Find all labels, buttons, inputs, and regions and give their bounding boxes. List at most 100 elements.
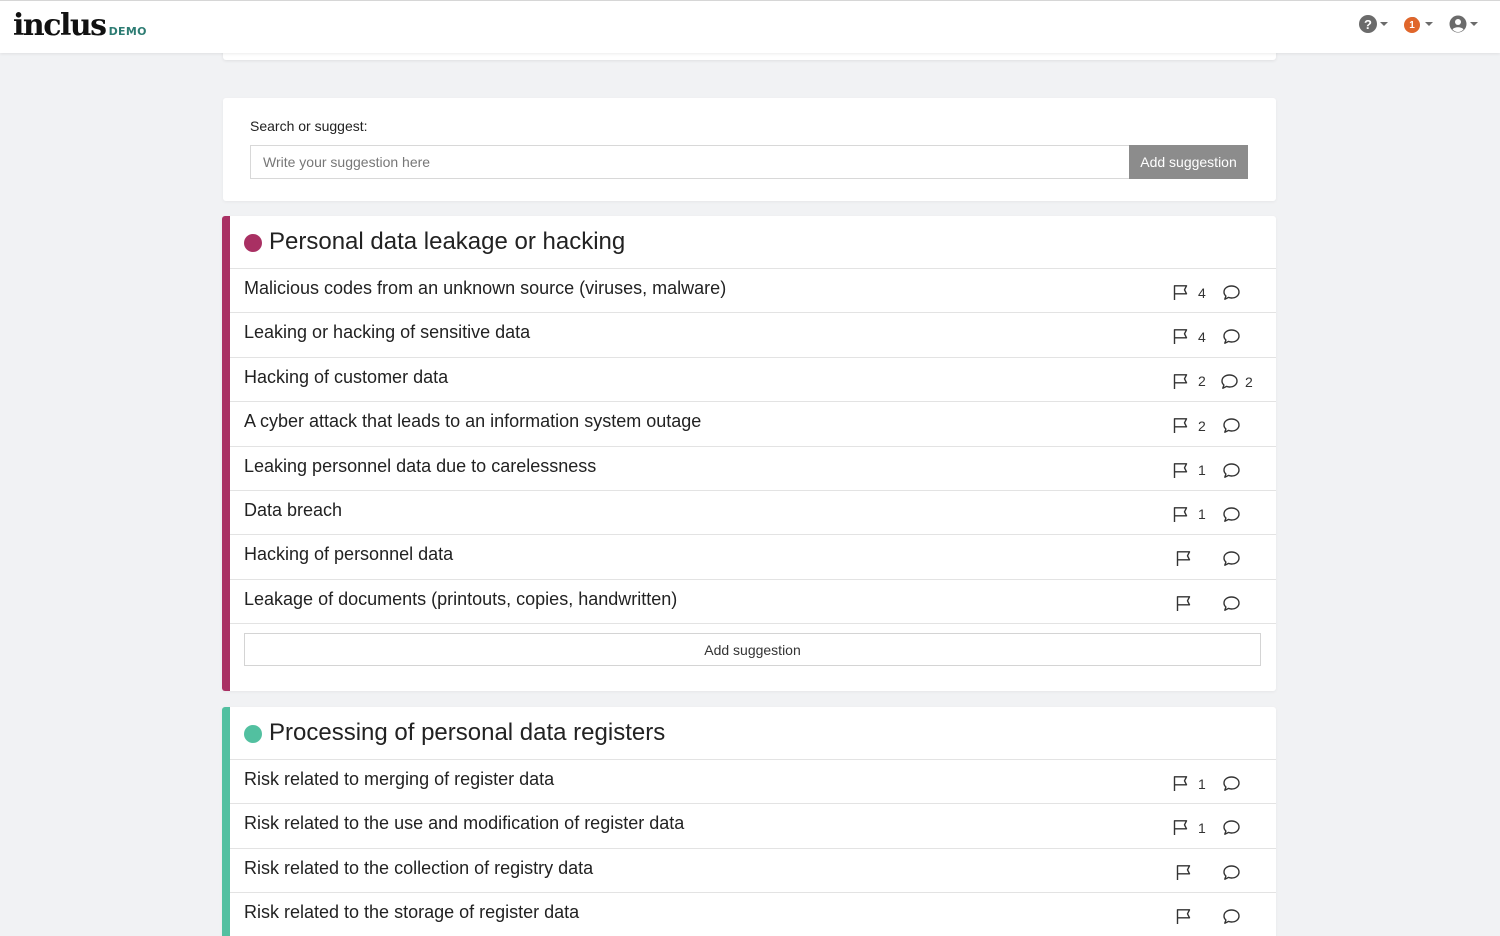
flag-count: 1	[1198, 775, 1206, 792]
flag-vote[interactable]: 1	[1172, 462, 1206, 479]
category-header: Personal data leakage or hacking	[230, 216, 1276, 269]
flag-vote[interactable]: 2	[1172, 417, 1206, 434]
flag-count: 2	[1198, 417, 1206, 434]
notification-badge: 1	[1404, 17, 1420, 33]
top-navbar: inclus DEMO ? 1	[0, 0, 1500, 53]
risk-row[interactable]: A cyber attack that leads to an informat…	[230, 402, 1276, 447]
flag-count: 4	[1198, 284, 1206, 301]
comment-count: 2	[1245, 373, 1253, 390]
flag-count: 1	[1198, 819, 1206, 836]
category-card: Personal data leakage or hacking Malicio…	[222, 216, 1276, 692]
flag-icon	[1173, 373, 1188, 389]
risk-title[interactable]: A cyber attack that leads to an informat…	[244, 411, 701, 432]
risk-title[interactable]: Risk related to the storage of register …	[244, 902, 579, 923]
comment-icon	[1223, 820, 1240, 836]
flag-vote[interactable]: 4	[1172, 284, 1206, 301]
risk-title[interactable]: Leakage of documents (printouts, copies,…	[244, 589, 677, 610]
risk-title[interactable]: Leaking or hacking of sensitive data	[244, 322, 530, 343]
bell-icon: 1	[1404, 15, 1422, 33]
comments-toggle[interactable]	[1222, 417, 1255, 435]
comments-toggle[interactable]	[1222, 864, 1255, 882]
help-menu[interactable]: ?	[1359, 15, 1388, 33]
comment-icon	[1221, 374, 1238, 389]
suggestion-input[interactable]	[250, 145, 1130, 179]
comments-toggle[interactable]	[1222, 595, 1255, 613]
notifications-menu[interactable]: 1	[1404, 15, 1433, 33]
flag-vote[interactable]	[1175, 550, 1209, 567]
risk-title[interactable]: Data breach	[244, 500, 342, 521]
risk-title[interactable]: Leaking personnel data due to carelessne…	[244, 456, 596, 477]
comments-toggle[interactable]	[1222, 908, 1255, 926]
risk-row[interactable]: Risk related to the use and modification…	[230, 804, 1276, 849]
risk-title[interactable]: Risk related to the use and modification…	[244, 813, 684, 834]
flag-vote[interactable]	[1175, 595, 1209, 612]
caret-down-icon	[1425, 22, 1433, 26]
flag-vote[interactable]: 4	[1172, 328, 1206, 345]
flag-vote[interactable]: 1	[1172, 775, 1206, 792]
comment-icon	[1223, 909, 1240, 925]
comments-toggle[interactable]	[1222, 819, 1255, 837]
comments-toggle[interactable]	[1222, 550, 1255, 568]
search-card: Search or suggest: Add suggestion	[223, 98, 1276, 201]
comments-toggle[interactable]	[1222, 506, 1255, 524]
comments-toggle[interactable]	[1222, 328, 1255, 346]
flag-count: 4	[1198, 328, 1206, 345]
add-suggestion-button[interactable]: Add suggestion	[1129, 145, 1248, 179]
comment-icon	[1223, 865, 1240, 880]
comment-icon	[1223, 285, 1240, 300]
flag-icon	[1173, 329, 1188, 345]
comment-icon	[1223, 507, 1240, 522]
category-title: Personal data leakage or hacking	[269, 228, 626, 255]
flag-vote[interactable]: 1	[1172, 506, 1206, 523]
caret-down-icon	[1380, 22, 1388, 26]
add-suggestion-area: Add suggestion	[230, 624, 1276, 691]
add-suggestion-button[interactable]: Add suggestion	[244, 633, 1261, 667]
flag-icon	[1173, 418, 1188, 434]
flag-vote[interactable]: 1	[1172, 819, 1206, 836]
user-avatar-icon	[1449, 15, 1467, 33]
comment-icon	[1223, 776, 1240, 791]
risk-row[interactable]: Risk related to the storage of register …	[230, 893, 1276, 936]
logo[interactable]: inclus DEMO	[13, 9, 147, 43]
comment-icon	[1223, 462, 1240, 478]
user-menu[interactable]	[1449, 15, 1478, 33]
risk-row[interactable]: Data breach 1	[230, 491, 1276, 536]
comments-toggle[interactable]	[1222, 284, 1255, 302]
risk-row[interactable]: Leaking personnel data due to carelessne…	[230, 447, 1276, 491]
comments-toggle[interactable]: 2	[1220, 373, 1253, 391]
risk-row[interactable]: Risk related to the collection of regist…	[230, 849, 1276, 894]
category-card: Processing of personal data registers Ri…	[222, 707, 1276, 936]
comments-toggle[interactable]	[1222, 462, 1255, 480]
logo-demo-tag: DEMO	[108, 25, 147, 38]
risk-title[interactable]: Malicious codes from an unknown source (…	[244, 278, 726, 299]
flag-vote[interactable]	[1175, 908, 1209, 925]
risk-row[interactable]: Leakage of documents (printouts, copies,…	[230, 580, 1276, 625]
risk-title[interactable]: Hacking of customer data	[244, 367, 448, 388]
flag-icon	[1176, 551, 1191, 567]
flag-icon	[1173, 776, 1188, 791]
help-icon: ?	[1359, 15, 1377, 33]
risk-row[interactable]: Hacking of customer data 2 2	[230, 358, 1276, 403]
risk-row[interactable]: Risk related to merging of register data…	[230, 760, 1276, 805]
flag-vote[interactable]: 2	[1172, 373, 1206, 390]
flag-icon	[1176, 864, 1191, 880]
nav-right: ? 1	[1359, 15, 1478, 33]
flag-icon	[1173, 507, 1188, 522]
risk-row[interactable]: Malicious codes from an unknown source (…	[230, 269, 1276, 314]
flag-vote[interactable]	[1175, 864, 1209, 881]
logo-wordmark: inclus	[13, 8, 107, 43]
category-title: Processing of personal data registers	[269, 719, 666, 746]
risk-title[interactable]: Risk related to merging of register data	[244, 769, 554, 790]
flag-icon	[1173, 820, 1188, 836]
risk-row[interactable]: Leaking or hacking of sensitive data 4	[230, 313, 1276, 358]
search-label: Search or suggest:	[250, 118, 368, 134]
comments-toggle[interactable]	[1222, 775, 1255, 793]
flag-count: 2	[1198, 373, 1206, 390]
comment-icon	[1223, 418, 1240, 434]
risk-row[interactable]: Hacking of personnel data	[230, 535, 1276, 580]
risk-title[interactable]: Hacking of personnel data	[244, 544, 453, 565]
category-color-dot	[244, 233, 262, 252]
flag-icon	[1176, 595, 1191, 611]
risk-title[interactable]: Risk related to the collection of regist…	[244, 858, 593, 879]
flag-icon	[1176, 909, 1191, 925]
